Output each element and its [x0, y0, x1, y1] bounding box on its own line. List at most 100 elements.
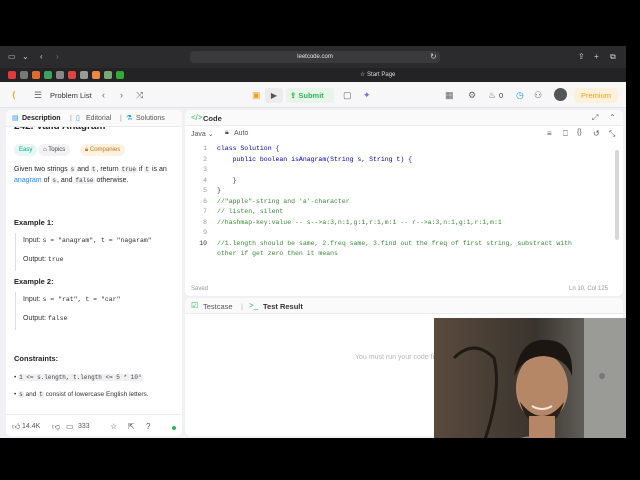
star-icon[interactable]: ☆ — [110, 422, 117, 431]
code-line: } — [217, 176, 237, 184]
settings-icon[interactable]: ⚙ — [468, 90, 476, 100]
input-value: s = "rat", t = "car" — [42, 296, 121, 303]
prev-problem-icon[interactable]: ‹ — [102, 90, 105, 100]
code-toolbar: Java ⌄ 🔒︎ Auto ≡ ⎕ {} ↺ ⤡ — [185, 126, 623, 142]
format-icon[interactable]: ≡ — [547, 129, 552, 138]
thumbs-up-icon[interactable]: 👍︎ — [12, 422, 20, 432]
line-number: 5 — [203, 187, 207, 194]
save-status: Saved — [191, 286, 209, 292]
favorite-icon[interactable] — [68, 71, 76, 79]
tag-icon: ⌂ — [43, 147, 47, 153]
favorite-icon[interactable] — [44, 71, 52, 79]
tab-description[interactable]: Description — [22, 114, 61, 123]
line-number: 9 — [203, 229, 207, 236]
output-value: true — [47, 256, 64, 263]
leetcode-logo-icon[interactable]: ⟨ — [12, 90, 16, 100]
problem-statement: Given two strings s and t , return true i… — [14, 164, 179, 186]
tab-editorial[interactable]: Editorial — [86, 114, 111, 123]
forward-icon[interactable]: › — [56, 52, 59, 62]
code-panel-header: </> Code ⤢ ⌃ — [185, 110, 623, 126]
sidebar-toggle-icon[interactable]: ▭ — [8, 52, 16, 62]
code-comment: // listen, silent — [217, 208, 284, 215]
inline-code: t — [38, 391, 44, 398]
chevron-down-icon[interactable]: ⌄ — [22, 52, 29, 62]
code-comment: other if get zero then it means — [217, 250, 338, 257]
statement-text: of — [43, 177, 50, 184]
companies-label: Companies — [89, 147, 121, 153]
favorite-icon[interactable] — [32, 71, 40, 79]
tab-solutions[interactable]: Solutions — [136, 114, 165, 123]
debug-icon[interactable]: ▣ — [252, 90, 261, 100]
fire-icon: ♨ — [488, 90, 497, 100]
bookmark-icon[interactable]: ⎕ — [563, 129, 568, 139]
favorite-icon[interactable] — [80, 71, 88, 79]
example-input: Input: s = "anagram", t = "nagaram" — [23, 237, 152, 244]
divider: | — [120, 115, 122, 122]
mode-label[interactable]: Auto — [234, 130, 248, 137]
constraint-text: and — [25, 391, 37, 398]
output-label: Output: — [23, 315, 46, 322]
submit-label: Submit — [298, 91, 324, 100]
line-number: 7 — [203, 208, 207, 215]
anagram-link[interactable]: anagram — [14, 177, 42, 184]
add-user-icon[interactable]: ⚇ — [534, 90, 542, 100]
run-message: You must run your code first — [355, 354, 442, 361]
statement-text: if — [138, 166, 143, 173]
share-icon[interactable]: ⇪ — [578, 52, 585, 62]
collapse-icon[interactable]: ⌃ — [609, 113, 616, 122]
run-button[interactable]: ▶ — [265, 88, 283, 103]
reset-icon[interactable]: ↺ — [593, 129, 600, 138]
companies-badge[interactable]: 🔒︎ Companies — [80, 144, 126, 156]
thumbs-down-icon[interactable]: 👎︎ — [52, 422, 60, 432]
input-label: Input: — [23, 296, 41, 303]
comment-icon[interactable]: ▭ — [66, 422, 74, 431]
next-problem-icon[interactable]: › — [120, 90, 123, 100]
help-icon[interactable]: ? — [146, 422, 150, 431]
inline-code: false — [74, 177, 95, 184]
input-label: Input: — [23, 237, 41, 244]
new-tab-icon[interactable]: + — [594, 52, 599, 62]
address-bar[interactable]: leetcode.com — [190, 51, 440, 63]
favorite-icon[interactable] — [56, 71, 64, 79]
lock-icon: 🔒︎ — [85, 147, 89, 153]
reload-icon[interactable]: ↻ — [430, 52, 437, 62]
avatar[interactable] — [554, 88, 567, 101]
problem-list-link[interactable]: Problem List — [50, 91, 92, 100]
favorite-icon[interactable] — [116, 71, 124, 79]
example-input: Input: s = "rat", t = "car" — [23, 296, 120, 303]
ai-icon[interactable]: ✦ — [363, 90, 371, 100]
tab-testcase[interactable]: Testcase — [203, 302, 233, 311]
layout-icon[interactable]: ▦ — [445, 90, 454, 100]
example-output: Output: false — [23, 315, 67, 322]
favorite-icon[interactable] — [20, 71, 28, 79]
language-select[interactable]: Java ⌄ — [191, 130, 214, 138]
fullscreen-icon[interactable]: ⤡ — [609, 129, 615, 139]
submit-button[interactable]: ⇪ Submit — [286, 88, 334, 103]
share-icon[interactable]: ⇱ — [128, 422, 135, 431]
input-value: s = "anagram", t = "nagaram" — [42, 237, 152, 244]
favorite-icon[interactable] — [92, 71, 100, 79]
scrollbar[interactable] — [615, 150, 619, 240]
note-icon[interactable]: ▢ — [343, 90, 352, 100]
tab-overview-icon[interactable]: ⧉ — [610, 52, 616, 62]
shuffle-icon[interactable]: ⤨ — [136, 90, 143, 100]
timer-icon[interactable]: ◷ — [516, 90, 524, 100]
braces-icon[interactable]: {} — [577, 129, 582, 136]
statement-text: , and — [57, 177, 73, 184]
statement-text: is an — [151, 166, 167, 173]
expand-icon[interactable]: ⤢ — [592, 113, 598, 123]
favorite-icon[interactable] — [8, 71, 16, 79]
editorial-icon: ▯ — [76, 115, 80, 122]
solutions-icon: ⚗ — [126, 115, 133, 122]
output-value: false — [47, 315, 68, 322]
description-icon: ▤ — [12, 115, 19, 122]
webcam-overlay — [434, 318, 626, 438]
test-panel-header: ☑ Testcase | >_ Test Result — [185, 298, 623, 314]
premium-button[interactable]: Premium — [574, 88, 618, 103]
start-page-tab[interactable]: ☆ Start Page — [360, 71, 395, 78]
tab-test-result[interactable]: Test Result — [263, 302, 303, 311]
favorite-icon[interactable] — [104, 71, 112, 79]
inline-code: s — [69, 166, 76, 173]
topics-badge[interactable]: ⌂ Topics — [38, 144, 71, 156]
back-icon[interactable]: ‹ — [40, 52, 43, 62]
